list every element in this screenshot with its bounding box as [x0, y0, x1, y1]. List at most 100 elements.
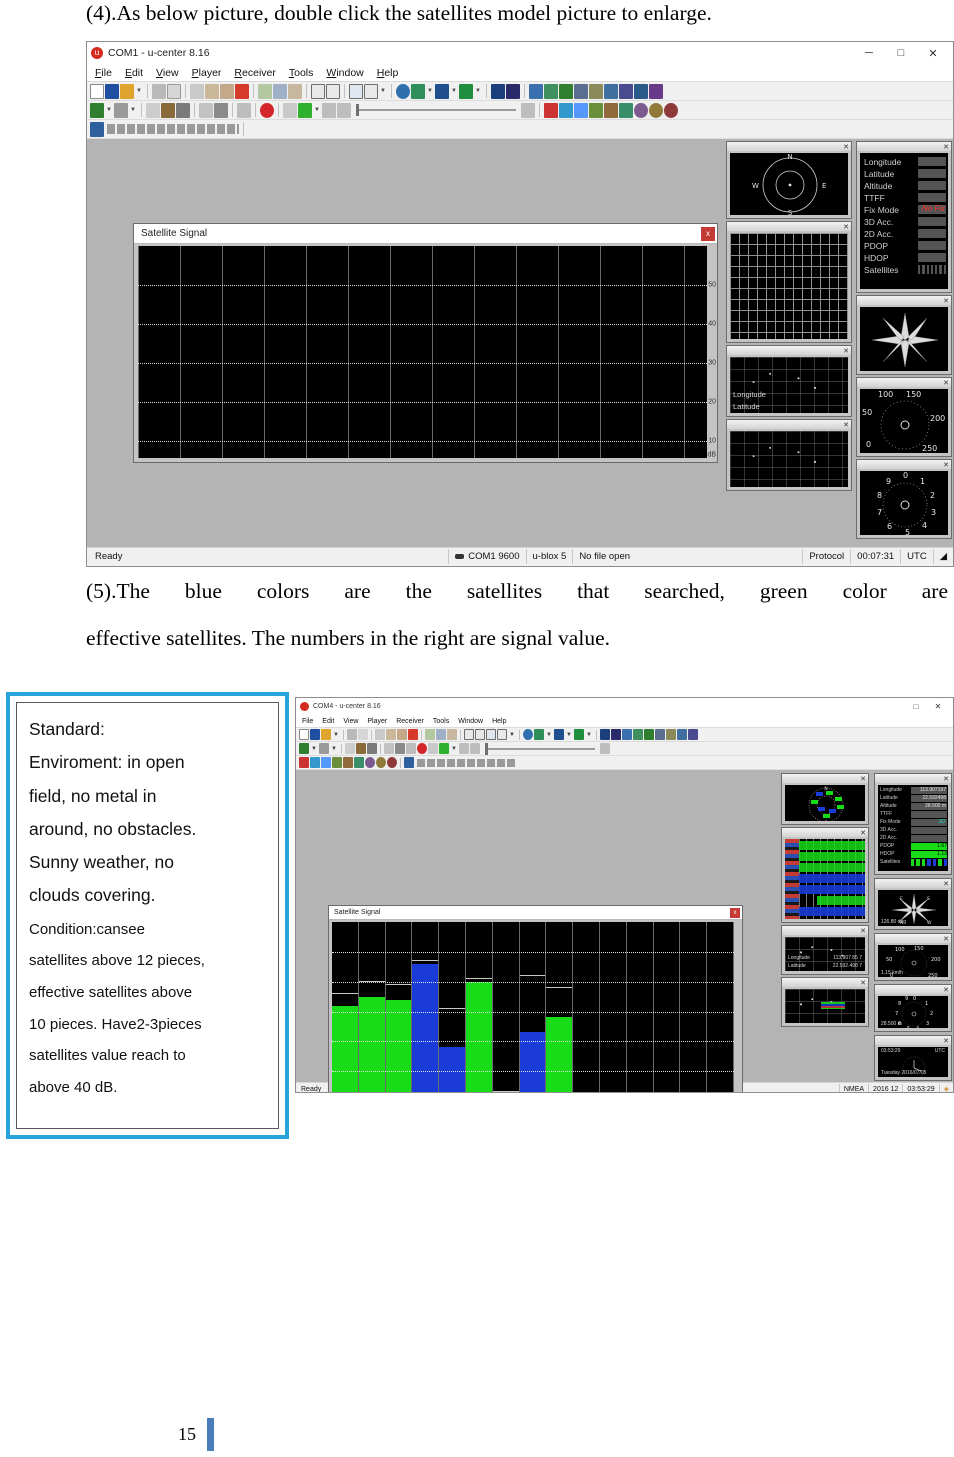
port-dropdown-icon[interactable]: ▼	[310, 741, 318, 756]
play-dropdown-icon[interactable]: ▼	[313, 103, 321, 118]
sky-view-icon[interactable]	[506, 83, 520, 99]
compass-panel-icon[interactable]	[574, 83, 588, 99]
record-icon[interactable]	[417, 743, 427, 754]
save-config-icon[interactable]	[619, 102, 633, 118]
warm-start-icon[interactable]	[559, 102, 573, 118]
print-icon[interactable]	[347, 729, 357, 740]
s2-satellite-signal-window[interactable]: Satellite Signal x 276914G2G331-9S114C 5…	[328, 905, 743, 1092]
menu-edit[interactable]: Edit	[322, 718, 334, 725]
s2-world-map-panel[interactable]: ✕ Longitude Latitude 113.907 85 7 22.592…	[781, 925, 869, 975]
tools-gear-3-icon[interactable]	[387, 757, 397, 768]
menu-help[interactable]: Help	[492, 718, 506, 725]
tools-gear-2-icon[interactable]	[376, 757, 386, 768]
s1-data-panel[interactable]: ✕ Longitude Latitude Altitude TTFF Fix M…	[856, 141, 952, 293]
paste-icon[interactable]	[220, 83, 234, 99]
close-icon[interactable]: ✕	[843, 421, 849, 429]
tools-gear-1-icon[interactable]	[365, 757, 375, 768]
s2-toolbar-row-1[interactable]: ▼ ▼ ▼ ▼ ▼	[296, 728, 953, 742]
print-preview-icon[interactable]	[167, 83, 181, 99]
send-config-icon[interactable]	[604, 102, 618, 118]
menu-receiver[interactable]: Receiver	[396, 718, 424, 725]
close-icon[interactable]: ✕	[943, 143, 949, 151]
table-panel-icon[interactable]	[589, 83, 603, 99]
s2-ground-track-panel[interactable]: ✕	[781, 977, 869, 1027]
close-icon[interactable]: ✕	[843, 347, 849, 355]
s2-sky-view-panel[interactable]: ✕ N S	[781, 773, 869, 825]
epoch-marker-icon[interactable]	[404, 757, 414, 768]
s1-compass-panel[interactable]: ✕	[856, 295, 952, 375]
connect-port-icon[interactable]	[90, 102, 104, 118]
baudrate-icon[interactable]	[114, 102, 128, 118]
close-icon[interactable]: ✕	[943, 986, 949, 994]
hot-start-icon[interactable]	[544, 102, 558, 118]
menu-edit[interactable]: Edit	[125, 67, 143, 79]
gauge-panel-icon[interactable]	[604, 83, 618, 99]
detect-receiver-icon[interactable]	[356, 743, 366, 754]
open-folder-icon[interactable]	[321, 729, 331, 740]
play-dropdown-icon[interactable]: ▼	[450, 741, 458, 756]
print-preview-icon[interactable]	[358, 729, 368, 740]
close-icon[interactable]: ✕	[943, 297, 949, 305]
poll-config-icon[interactable]	[332, 757, 342, 768]
table-panel-icon[interactable]	[666, 729, 676, 740]
new-file-icon[interactable]	[299, 729, 309, 740]
gps-antenna-icon[interactable]	[367, 743, 377, 754]
close-icon[interactable]: ✕	[943, 775, 949, 783]
hot-start-icon[interactable]	[299, 757, 309, 768]
tools-gear-1-icon[interactable]	[634, 102, 648, 118]
send-config-icon[interactable]	[343, 757, 353, 768]
warm-start-icon[interactable]	[310, 757, 320, 768]
close-icon[interactable]: ✕	[927, 698, 949, 715]
save-icon[interactable]	[105, 83, 119, 99]
menu-help[interactable]: Help	[377, 67, 399, 79]
deviation-map-icon[interactable]	[491, 83, 505, 99]
chart-dropdown-icon[interactable]: ▼	[450, 84, 458, 99]
satellite-level-icon[interactable]	[622, 729, 632, 740]
s1-satellite-history-panel[interactable]: ✕	[726, 221, 852, 343]
print-icon[interactable]	[152, 83, 166, 99]
baudrate-dropdown-icon[interactable]: ▼	[330, 741, 338, 756]
step-icon[interactable]	[428, 743, 438, 754]
minimize-icon[interactable]: ─	[853, 42, 885, 64]
close-icon[interactable]: ✕	[843, 223, 849, 231]
console-dropdown-icon[interactable]: ▼	[508, 727, 516, 742]
messages-view-icon[interactable]	[436, 729, 446, 740]
globe-icon[interactable]	[523, 729, 533, 740]
copy-icon[interactable]	[205, 83, 219, 99]
map-dropdown-icon[interactable]: ▼	[426, 84, 434, 99]
text-console-icon[interactable]	[349, 83, 363, 99]
cold-start-icon[interactable]	[574, 102, 588, 118]
playback-slider[interactable]	[485, 742, 595, 755]
s1-window-controls[interactable]: ─ □ ✕	[853, 42, 949, 64]
record-icon[interactable]	[260, 102, 274, 118]
autobaud-icon[interactable]	[146, 102, 160, 118]
open-folder-icon[interactable]	[120, 83, 134, 99]
satellite-level-icon[interactable]	[529, 83, 543, 99]
split-horizontal-icon[interactable]	[464, 729, 474, 740]
close-icon[interactable]: ✕	[860, 927, 866, 935]
console-dropdown-icon[interactable]: ▼	[379, 84, 387, 99]
menu-player[interactable]: Player	[192, 67, 222, 79]
close-icon[interactable]: ✕	[943, 379, 949, 387]
end-icon[interactable]	[521, 102, 535, 118]
rewind-icon[interactable]	[337, 102, 351, 118]
world-panel-icon[interactable]	[634, 83, 648, 99]
close-icon[interactable]: ✕	[943, 461, 949, 469]
s2-toolbar-row-2[interactable]: ▼ ▼ ▼	[296, 742, 953, 756]
text-console-icon[interactable]	[486, 729, 496, 740]
close-icon[interactable]: ✕	[843, 143, 849, 151]
play-icon[interactable]	[298, 102, 312, 118]
maximize-icon[interactable]: □	[905, 698, 927, 715]
packet-view-icon[interactable]	[288, 83, 302, 99]
s1-sky-view-panel[interactable]: ✕ N E S W	[726, 141, 852, 219]
packet-view-icon[interactable]	[447, 729, 457, 740]
s1-toolbar-row-1[interactable]: ▼ ▼ ▼ ▼ ▼	[87, 82, 953, 101]
s1-toolbar-row-2[interactable]: ▼ ▼ ▼	[87, 101, 953, 120]
menu-window[interactable]: Window	[458, 718, 483, 725]
detect-receiver-icon[interactable]	[161, 102, 175, 118]
close-icon[interactable]: ✕	[943, 1037, 949, 1045]
globe-icon[interactable]	[396, 83, 410, 99]
save-icon[interactable]	[310, 729, 320, 740]
gauge-panel-icon[interactable]	[677, 729, 687, 740]
histogram-icon[interactable]	[574, 729, 584, 740]
